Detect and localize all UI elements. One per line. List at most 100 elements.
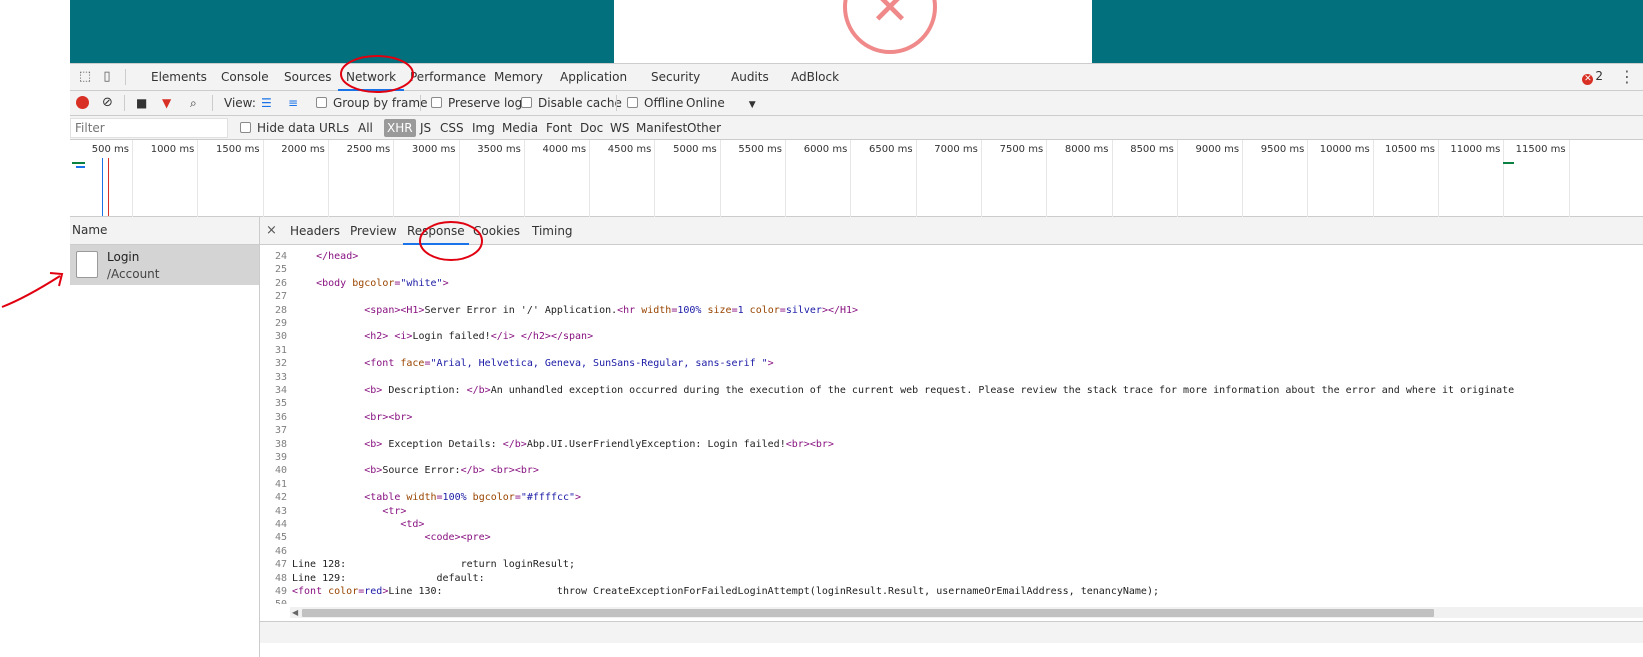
timeline-gridline: [850, 140, 852, 217]
code-text: <font face="Arial, Helvetica, Geneva, Su…: [364, 358, 774, 370]
filter-type-ws[interactable]: WS: [607, 119, 632, 137]
code-text: <td>: [400, 519, 425, 530]
code-line: 50: [260, 598, 1643, 604]
capture-screenshots-icon[interactable]: ■: [136, 94, 147, 112]
timeline-tick-label: 1500 ms: [216, 144, 260, 155]
tab-sources[interactable]: Sources: [276, 64, 339, 91]
error-count-badge[interactable]: ✕ 2: [1582, 69, 1603, 85]
divider: [125, 69, 126, 85]
filter-type-img[interactable]: Img: [469, 119, 498, 137]
divider: [124, 95, 125, 111]
filter-type-doc[interactable]: Doc: [577, 119, 606, 137]
code-line: 26 <body bgcolor="white">: [260, 277, 1643, 290]
code-line: 45 <code><pre>: [260, 531, 1643, 544]
code-line: 39: [260, 451, 1643, 464]
timeline-gridline: [980, 140, 982, 217]
offline-checkbox[interactable]: Offline: [627, 94, 683, 112]
timeline-tick-label: 3500 ms: [477, 144, 521, 155]
record-icon[interactable]: [76, 96, 89, 109]
timeline-tick-label: 6500 ms: [869, 144, 913, 155]
detail-tab-headers[interactable]: Headers: [286, 217, 344, 245]
name-column-header[interactable]: Name: [70, 217, 259, 245]
timeline-gridline: [1046, 140, 1048, 217]
load-event-marker: [108, 158, 109, 216]
timeline-gridline: [1503, 140, 1505, 217]
group-by-frame-checkbox[interactable]: Group by frame: [316, 94, 427, 112]
line-number: 41: [274, 478, 287, 490]
code-line: 34 <b> Description: </b>An unhandled exc…: [260, 384, 1643, 397]
timeline-tick-label: 11500 ms: [1515, 144, 1566, 155]
line-number: 25: [274, 264, 287, 276]
filter-icon[interactable]: ▼: [162, 94, 171, 112]
response-body[interactable]: 24 </head> 25 26 <body bgcolor="white"> 27 2…: [260, 246, 1643, 604]
scroll-left-icon[interactable]: ◀: [292, 607, 298, 618]
more-menu-icon[interactable]: ⋮: [1619, 67, 1635, 86]
devtools-tabbar: ⬚ ▯ Elements Console Sources Network Perform…: [70, 64, 1643, 91]
filter-type-other[interactable]: Other: [684, 119, 724, 137]
code-line: 47 Line 128: return loginResult;: [260, 558, 1643, 571]
timeline-gridline: [262, 140, 264, 217]
line-number: 30: [274, 331, 287, 343]
line-number: 26: [274, 277, 287, 289]
filter-type-all[interactable]: All: [355, 119, 376, 137]
filter-bar: Hide data URLs All XHRJSCSSImgMediaFontDo…: [70, 116, 1643, 140]
waterfall-overview-icon[interactable]: ≡: [288, 94, 298, 112]
filter-type-css[interactable]: CSS: [437, 119, 467, 137]
large-rows-icon[interactable]: ☰: [261, 94, 272, 112]
tab-elements[interactable]: Elements: [143, 64, 215, 91]
timeline-gridline: [719, 140, 721, 217]
line-number: 29: [274, 318, 287, 329]
horizontal-scrollbar[interactable]: ◀: [290, 607, 1643, 618]
timeline-tick-label: 8500 ms: [1130, 144, 1174, 155]
code-text: <body bgcolor="white">: [316, 277, 449, 289]
close-icon[interactable]: ×: [266, 217, 277, 245]
code-line: 25: [260, 263, 1643, 276]
error-count: 2: [1595, 69, 1603, 83]
tab-security[interactable]: Security: [643, 64, 708, 91]
timeline-overview[interactable]: 500 ms 1000 ms 1500 ms 2000 ms 2500 ms 3000 m…: [70, 140, 1643, 217]
line-number: 39: [274, 452, 287, 463]
tab-network[interactable]: Network: [338, 64, 405, 91]
preserve-log-checkbox[interactable]: Preserve log: [431, 94, 522, 112]
tab-performance[interactable]: Performance: [402, 64, 494, 91]
timeline-tick-label: 3000 ms: [411, 144, 456, 155]
line-number: 31: [274, 344, 287, 356]
code-text: <b> Description: </b>An unhandled except…: [364, 385, 1515, 396]
code-text: <table width=100% bgcolor="#ffffcc">: [364, 492, 582, 504]
tab-audits[interactable]: Audits: [723, 64, 777, 91]
scrollbar-thumb[interactable]: [302, 609, 1434, 617]
hide-data-urls-checkbox[interactable]: Hide data URLs: [237, 119, 352, 137]
clear-icon[interactable]: ⊘: [102, 94, 113, 112]
filter-type-xhr[interactable]: XHR: [384, 119, 416, 137]
throttling-select[interactable]: Online ▼: [686, 94, 756, 112]
tab-application[interactable]: Application: [552, 64, 635, 91]
detail-tab-timing[interactable]: Timing: [528, 217, 577, 245]
request-row[interactable]: Login /Account: [70, 245, 259, 285]
tab-console[interactable]: Console: [213, 64, 277, 91]
search-icon[interactable]: ⌕: [190, 94, 197, 112]
detail-tab-response[interactable]: Response: [403, 217, 469, 245]
tab-adblock[interactable]: AdBlock: [783, 64, 847, 91]
device-toolbar-icon[interactable]: ▯: [98, 68, 116, 86]
code-line: 36 <br><br>: [260, 411, 1643, 424]
detail-tab-preview[interactable]: Preview: [346, 217, 401, 245]
error-icon: ✕: [1582, 74, 1594, 85]
line-number: 49: [274, 586, 287, 597]
timeline-gridline: [915, 140, 917, 217]
timeline-tick-label: 1000 ms: [150, 144, 195, 155]
code-line: 38 <b> Exception Details: </b>Abp.UI.Use…: [260, 438, 1643, 451]
tab-memory[interactable]: Memory: [486, 64, 551, 91]
disable-cache-checkbox[interactable]: Disable cache: [521, 94, 622, 112]
filter-input[interactable]: [70, 118, 228, 138]
filter-type-js[interactable]: JS: [417, 119, 434, 137]
code-line: 35: [260, 397, 1643, 410]
inspect-element-icon[interactable]: ⬚: [76, 68, 94, 86]
filter-type-media[interactable]: Media: [499, 119, 541, 137]
line-number: 33: [274, 371, 287, 383]
timeline-gridline: [1438, 140, 1439, 217]
detail-tab-cookies[interactable]: Cookies: [469, 217, 524, 245]
filter-type-manifest[interactable]: Manifest: [633, 119, 690, 137]
divider: [212, 95, 213, 111]
timeline-tick-label: 8000 ms: [1064, 144, 1109, 155]
filter-type-font[interactable]: Font: [543, 119, 575, 137]
